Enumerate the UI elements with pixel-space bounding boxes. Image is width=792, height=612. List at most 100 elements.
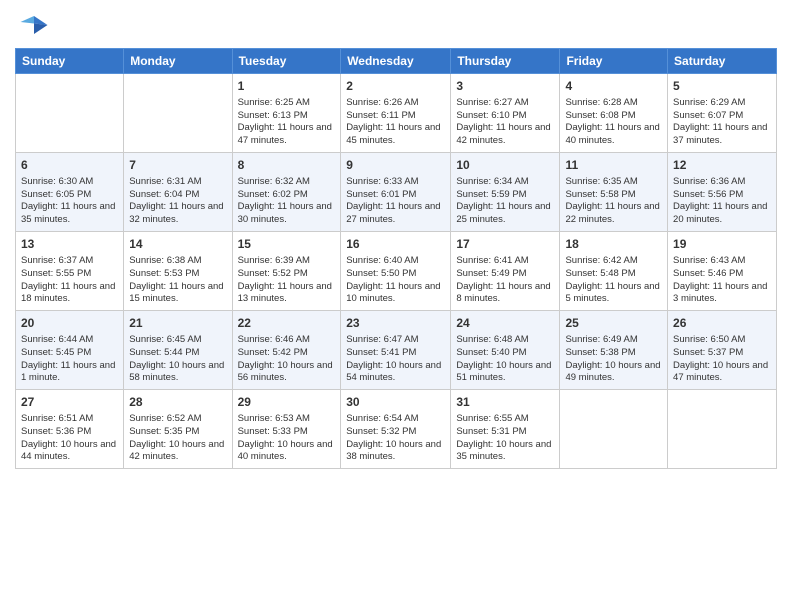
page: SundayMondayTuesdayWednesdayThursdayFrid… bbox=[0, 0, 792, 612]
day-number: 20 bbox=[21, 315, 118, 332]
calendar-week-row: 13 Sunrise: 6:37 AM Sunset: 5:55 PM Dayli… bbox=[16, 232, 777, 311]
day-info: Sunrise: 6:55 AM Sunset: 5:31 PM Dayligh… bbox=[456, 413, 554, 464]
calendar-cell: 30 Sunrise: 6:54 AM Sunset: 5:32 PM Dayli… bbox=[341, 390, 451, 469]
day-number: 19 bbox=[673, 236, 771, 253]
day-number: 12 bbox=[673, 157, 771, 174]
logo-bird-icon bbox=[19, 10, 49, 40]
calendar-cell bbox=[668, 390, 777, 469]
day-number: 25 bbox=[565, 315, 662, 332]
calendar-cell: 7 Sunrise: 6:31 AM Sunset: 6:04 PM Daylig… bbox=[124, 153, 232, 232]
day-info: Sunrise: 6:50 AM Sunset: 5:37 PM Dayligh… bbox=[673, 334, 771, 385]
day-info: Sunrise: 6:32 AM Sunset: 6:02 PM Dayligh… bbox=[238, 176, 336, 227]
day-number: 7 bbox=[129, 157, 226, 174]
weekday-row: SundayMondayTuesdayWednesdayThursdayFrid… bbox=[16, 49, 777, 74]
day-number: 9 bbox=[346, 157, 445, 174]
calendar-cell: 29Sunrise: 6:53 AM Sunset: 5:33 PM Dayli… bbox=[232, 390, 341, 469]
day-number: 5 bbox=[673, 78, 771, 95]
day-number: 24 bbox=[456, 315, 554, 332]
calendar-cell: 13 Sunrise: 6:37 AM Sunset: 5:55 PM Dayli… bbox=[16, 232, 124, 311]
day-number: 3 bbox=[456, 78, 554, 95]
day-info: Sunrise: 6:40 AM Sunset: 5:50 PM Dayligh… bbox=[346, 255, 445, 306]
day-info: Sunrise: 6:51 AM Sunset: 5:36 PM Dayligh… bbox=[21, 413, 118, 464]
weekday-header: Saturday bbox=[668, 49, 777, 74]
weekday-header: Wednesday bbox=[341, 49, 451, 74]
day-info: Sunrise: 6:33 AM Sunset: 6:01 PM Dayligh… bbox=[346, 176, 445, 227]
calendar-cell: 6 Sunrise: 6:30 AM Sunset: 6:05 PM Daylig… bbox=[16, 153, 124, 232]
day-info: Sunrise: 6:26 AM Sunset: 6:11 PM Dayligh… bbox=[346, 97, 445, 148]
calendar-cell: 19 Sunrise: 6:43 AM Sunset: 5:46 PM Dayli… bbox=[668, 232, 777, 311]
calendar-cell: 12 Sunrise: 6:36 AM Sunset: 5:56 PM Dayli… bbox=[668, 153, 777, 232]
day-number: 16 bbox=[346, 236, 445, 253]
day-number: 1 bbox=[238, 78, 336, 95]
calendar-cell: 4 Sunrise: 6:28 AM Sunset: 6:08 PM Daylig… bbox=[560, 74, 668, 153]
calendar-cell: 20 Sunrise: 6:44 AM Sunset: 5:45 PM Dayli… bbox=[16, 311, 124, 390]
calendar-cell bbox=[560, 390, 668, 469]
day-number: 31 bbox=[456, 394, 554, 411]
day-info: Sunrise: 6:37 AM Sunset: 5:55 PM Dayligh… bbox=[21, 255, 118, 306]
day-info: Sunrise: 6:54 AM Sunset: 5:32 PM Dayligh… bbox=[346, 413, 445, 464]
calendar-body: 1 Sunrise: 6:25 AM Sunset: 6:13 PM Daylig… bbox=[16, 74, 777, 469]
calendar-cell: 23 Sunrise: 6:47 AM Sunset: 5:41 PM Dayli… bbox=[341, 311, 451, 390]
calendar-week-row: 6 Sunrise: 6:30 AM Sunset: 6:05 PM Daylig… bbox=[16, 153, 777, 232]
day-info: Sunrise: 6:28 AM Sunset: 6:08 PM Dayligh… bbox=[565, 97, 662, 148]
day-info: Sunrise: 6:43 AM Sunset: 5:46 PM Dayligh… bbox=[673, 255, 771, 306]
day-number: 18 bbox=[565, 236, 662, 253]
weekday-header: Thursday bbox=[451, 49, 560, 74]
day-info: Sunrise: 6:41 AM Sunset: 5:49 PM Dayligh… bbox=[456, 255, 554, 306]
day-info: Sunrise: 6:30 AM Sunset: 6:05 PM Dayligh… bbox=[21, 176, 118, 227]
day-info: Sunrise: 6:27 AM Sunset: 6:10 PM Dayligh… bbox=[456, 97, 554, 148]
day-info: Sunrise: 6:38 AM Sunset: 5:53 PM Dayligh… bbox=[129, 255, 226, 306]
calendar-cell: 15Sunrise: 6:39 AM Sunset: 5:52 PM Dayli… bbox=[232, 232, 341, 311]
day-info: Sunrise: 6:53 AM Sunset: 5:33 PM Dayligh… bbox=[238, 413, 336, 464]
weekday-header: Sunday bbox=[16, 49, 124, 74]
day-info: Sunrise: 6:29 AM Sunset: 6:07 PM Dayligh… bbox=[673, 97, 771, 148]
day-info: Sunrise: 6:46 AM Sunset: 5:42 PM Dayligh… bbox=[238, 334, 336, 385]
day-number: 2 bbox=[346, 78, 445, 95]
day-number: 4 bbox=[565, 78, 662, 95]
day-number: 13 bbox=[21, 236, 118, 253]
day-info: Sunrise: 6:36 AM Sunset: 5:56 PM Dayligh… bbox=[673, 176, 771, 227]
weekday-header: Friday bbox=[560, 49, 668, 74]
day-info: Sunrise: 6:44 AM Sunset: 5:45 PM Dayligh… bbox=[21, 334, 118, 385]
calendar-cell: 11Sunrise: 6:35 AM Sunset: 5:58 PM Dayli… bbox=[560, 153, 668, 232]
day-number: 14 bbox=[129, 236, 226, 253]
day-info: Sunrise: 6:31 AM Sunset: 6:04 PM Dayligh… bbox=[129, 176, 226, 227]
calendar-cell: 5 Sunrise: 6:29 AM Sunset: 6:07 PM Daylig… bbox=[668, 74, 777, 153]
day-info: Sunrise: 6:48 AM Sunset: 5:40 PM Dayligh… bbox=[456, 334, 554, 385]
day-info: Sunrise: 6:47 AM Sunset: 5:41 PM Dayligh… bbox=[346, 334, 445, 385]
calendar-cell: 14 Sunrise: 6:38 AM Sunset: 5:53 PM Dayli… bbox=[124, 232, 232, 311]
day-info: Sunrise: 6:45 AM Sunset: 5:44 PM Dayligh… bbox=[129, 334, 226, 385]
day-info: Sunrise: 6:49 AM Sunset: 5:38 PM Dayligh… bbox=[565, 334, 662, 385]
calendar-cell: 10 Sunrise: 6:34 AM Sunset: 5:59 PM Dayli… bbox=[451, 153, 560, 232]
calendar-week-row: 1 Sunrise: 6:25 AM Sunset: 6:13 PM Daylig… bbox=[16, 74, 777, 153]
day-info: Sunrise: 6:35 AM Sunset: 5:58 PM Dayligh… bbox=[565, 176, 662, 227]
header bbox=[15, 10, 777, 40]
day-number: 8 bbox=[238, 157, 336, 174]
calendar-cell: 17 Sunrise: 6:41 AM Sunset: 5:49 PM Dayli… bbox=[451, 232, 560, 311]
day-info: Sunrise: 6:25 AM Sunset: 6:13 PM Dayligh… bbox=[238, 97, 336, 148]
calendar-cell: 16 Sunrise: 6:40 AM Sunset: 5:50 PM Dayli… bbox=[341, 232, 451, 311]
calendar-cell: 25 Sunrise: 6:49 AM Sunset: 5:38 PM Dayli… bbox=[560, 311, 668, 390]
day-number: 27 bbox=[21, 394, 118, 411]
day-number: 21 bbox=[129, 315, 226, 332]
weekday-header: Monday bbox=[124, 49, 232, 74]
day-number: 6 bbox=[21, 157, 118, 174]
calendar-cell: 8 Sunrise: 6:32 AM Sunset: 6:02 PM Daylig… bbox=[232, 153, 341, 232]
calendar-cell: 18 Sunrise: 6:42 AM Sunset: 5:48 PM Dayli… bbox=[560, 232, 668, 311]
logo bbox=[15, 10, 49, 40]
weekday-header: Tuesday bbox=[232, 49, 341, 74]
day-number: 30 bbox=[346, 394, 445, 411]
day-number: 15 bbox=[238, 236, 336, 253]
calendar-cell: 28Sunrise: 6:52 AM Sunset: 5:35 PM Dayli… bbox=[124, 390, 232, 469]
day-number: 22 bbox=[238, 315, 336, 332]
day-number: 10 bbox=[456, 157, 554, 174]
day-info: Sunrise: 6:34 AM Sunset: 5:59 PM Dayligh… bbox=[456, 176, 554, 227]
day-number: 28 bbox=[129, 394, 226, 411]
day-info: Sunrise: 6:42 AM Sunset: 5:48 PM Dayligh… bbox=[565, 255, 662, 306]
calendar-cell: 31 Sunrise: 6:55 AM Sunset: 5:31 PM Dayli… bbox=[451, 390, 560, 469]
calendar-cell bbox=[124, 74, 232, 153]
calendar-cell: 22 Sunrise: 6:46 AM Sunset: 5:42 PM Dayli… bbox=[232, 311, 341, 390]
calendar-header: SundayMondayTuesdayWednesdayThursdayFrid… bbox=[16, 49, 777, 74]
day-number: 17 bbox=[456, 236, 554, 253]
day-number: 23 bbox=[346, 315, 445, 332]
